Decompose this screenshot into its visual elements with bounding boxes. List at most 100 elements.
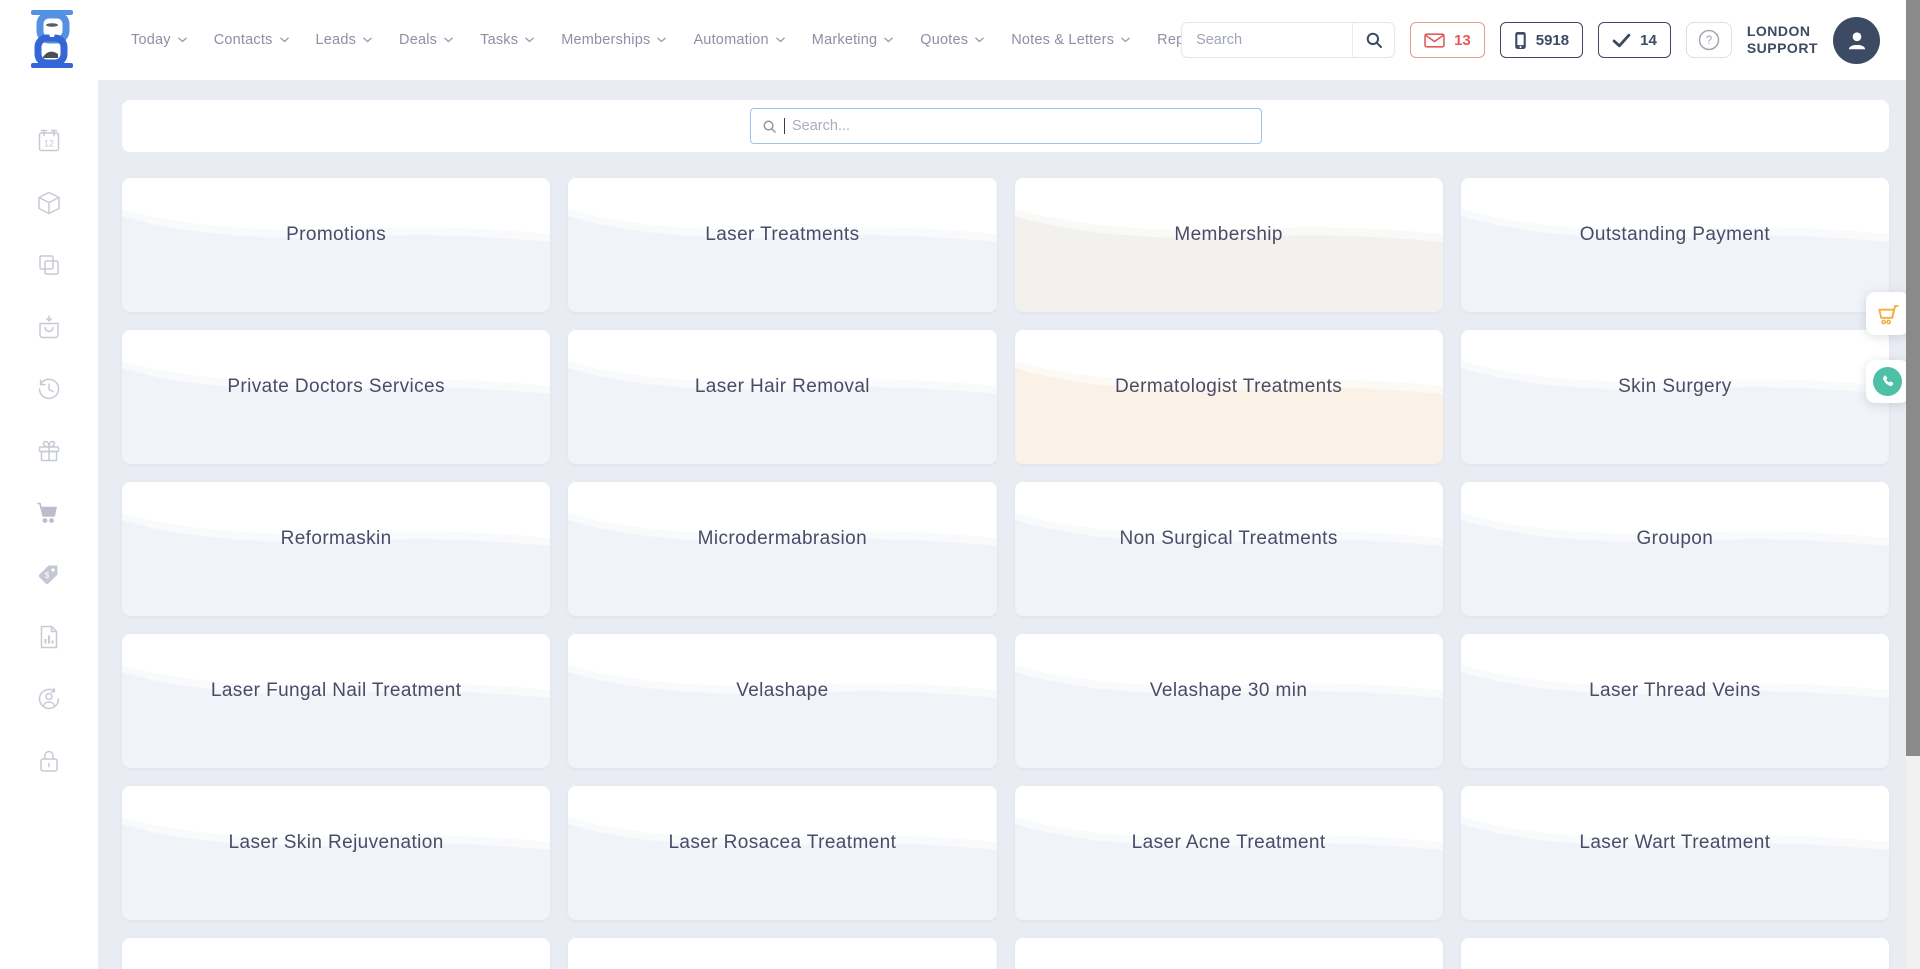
category-search-placeholder: Search...	[792, 118, 850, 134]
nav-item-contacts[interactable]: Contacts	[214, 32, 289, 48]
sidebar-item-calendar-12[interactable]: 12	[36, 128, 62, 154]
category-card[interactable]	[1461, 938, 1889, 969]
category-card-label: Membership	[1025, 224, 1433, 246]
nav-item-label: Today	[131, 32, 171, 48]
whatsapp-phone-icon	[1873, 367, 1902, 396]
sidebar: 12 $	[0, 80, 98, 969]
category-card-outstanding-payment[interactable]: Outstanding Payment	[1461, 178, 1889, 312]
nav-item-memberships[interactable]: Memberships	[561, 32, 666, 48]
copy-icon	[36, 252, 62, 278]
mobile-phone-icon	[1514, 31, 1527, 50]
svg-text:?: ?	[1706, 35, 1712, 47]
person-icon	[1844, 27, 1870, 53]
category-card-label: Non Surgical Treatments	[1025, 528, 1433, 550]
gift-icon	[36, 438, 62, 464]
search-icon[interactable]	[1352, 22, 1394, 58]
sidebar-item-lock[interactable]	[36, 748, 62, 774]
global-search-input[interactable]: Search	[1181, 22, 1395, 58]
category-card-label: Laser Acne Treatment	[1025, 832, 1433, 854]
category-card-label: Dermatologist Treatments	[1025, 376, 1433, 398]
category-card-label: Laser Skin Rejuvenation	[132, 832, 540, 854]
category-card-label: Laser Treatments	[578, 224, 986, 246]
category-card-promotions[interactable]: Promotions	[122, 178, 550, 312]
sidebar-item-history[interactable]	[36, 376, 62, 402]
user-name-line2: SUPPORT	[1747, 40, 1818, 57]
category-card[interactable]	[122, 938, 550, 969]
category-card-label: Laser Wart Treatment	[1471, 832, 1879, 854]
nav-item-label: Marketing	[812, 32, 877, 48]
category-card-laser-wart-treatment[interactable]: Laser Wart Treatment	[1461, 786, 1889, 920]
category-card-label: Velashape 30 min	[1025, 680, 1433, 702]
topbar-right: Search 13 5918 14 ? LON	[1181, 0, 1880, 80]
chevron-down-icon	[525, 37, 534, 43]
nav-item-label: Tasks	[480, 32, 518, 48]
nav-item-label: Automation	[693, 32, 768, 48]
sidebar-item-report-chart[interactable]	[36, 624, 62, 650]
package-icon	[36, 190, 62, 216]
sidebar-item-package[interactable]	[36, 190, 62, 216]
category-card[interactable]	[1015, 938, 1443, 969]
category-card-label: Laser Rosacea Treatment	[578, 832, 986, 854]
svg-text:$: $	[45, 571, 50, 580]
mail-icon	[1424, 33, 1445, 48]
chevron-down-icon	[1121, 37, 1130, 43]
avatar[interactable]	[1833, 17, 1880, 64]
nav-item-automation[interactable]: Automation	[693, 32, 784, 48]
sidebar-item-cart[interactable]	[36, 500, 62, 526]
sidebar-item-price-tag[interactable]: $	[36, 562, 62, 588]
help-button[interactable]: ?	[1686, 22, 1732, 58]
nav-item-tasks[interactable]: Tasks	[480, 32, 534, 48]
category-card-dermatologist-treatments[interactable]: Dermatologist Treatments	[1015, 330, 1443, 464]
category-search-panel: Search...	[122, 100, 1889, 152]
category-card-laser-rosacea-treatment[interactable]: Laser Rosacea Treatment	[568, 786, 996, 920]
category-card-private-doctors-services[interactable]: Private Doctors Services	[122, 330, 550, 464]
category-search-input[interactable]: Search...	[750, 108, 1262, 144]
tasks-badge[interactable]: 14	[1598, 22, 1671, 58]
category-card-laser-treatments[interactable]: Laser Treatments	[568, 178, 996, 312]
sidebar-item-account-sync[interactable]	[36, 686, 62, 712]
nav-item-quotes[interactable]: Quotes	[920, 32, 984, 48]
category-card-label: Outstanding Payment	[1471, 224, 1879, 246]
text-caret	[784, 118, 786, 134]
phone-badge[interactable]: 5918	[1500, 22, 1583, 58]
mail-count: 13	[1454, 32, 1471, 49]
nav-item-marketing[interactable]: Marketing	[812, 32, 893, 48]
nav-item-notes-letters[interactable]: Notes & Letters	[1011, 32, 1130, 48]
nav-item-leads[interactable]: Leads	[316, 32, 373, 48]
call-button[interactable]	[1866, 360, 1909, 403]
app-logo[interactable]	[28, 8, 76, 70]
category-card-membership[interactable]: Membership	[1015, 178, 1443, 312]
history-icon	[36, 376, 62, 402]
category-card-groupon[interactable]: Groupon	[1461, 482, 1889, 616]
category-card-laser-fungal-nail-treatment[interactable]: Laser Fungal Nail Treatment	[122, 634, 550, 768]
card-wave-decoration	[1461, 938, 1889, 969]
category-card-laser-hair-removal[interactable]: Laser Hair Removal	[568, 330, 996, 464]
category-card-microdermabrasion[interactable]: Microdermabrasion	[568, 482, 996, 616]
calendar-12-icon: 12	[36, 128, 62, 154]
basket-button[interactable]	[1866, 292, 1909, 335]
mail-badge[interactable]: 13	[1410, 22, 1485, 58]
scrollbar-thumb[interactable]	[1906, 0, 1920, 756]
category-card-velashape[interactable]: Velashape	[568, 634, 996, 768]
search-icon	[762, 119, 777, 134]
nav-item-today[interactable]: Today	[131, 32, 187, 48]
category-card-laser-skin-rejuvenation[interactable]: Laser Skin Rejuvenation	[122, 786, 550, 920]
report-chart-icon	[36, 624, 62, 650]
category-card-skin-surgery[interactable]: Skin Surgery	[1461, 330, 1889, 464]
category-card-laser-thread-veins[interactable]: Laser Thread Veins	[1461, 634, 1889, 768]
page-scrollbar	[1906, 0, 1920, 969]
category-card[interactable]	[568, 938, 996, 969]
chevron-down-icon	[776, 37, 785, 43]
sidebar-item-bag-receive[interactable]	[36, 314, 62, 340]
category-card-non-surgical-treatments[interactable]: Non Surgical Treatments	[1015, 482, 1443, 616]
nav-item-deals[interactable]: Deals	[399, 32, 453, 48]
price-tag-icon: $	[36, 562, 62, 588]
category-card-reformaskin[interactable]: Reformaskin	[122, 482, 550, 616]
category-card-laser-acne-treatment[interactable]: Laser Acne Treatment	[1015, 786, 1443, 920]
lock-icon	[36, 748, 62, 774]
category-card-velashape-30-min[interactable]: Velashape 30 min	[1015, 634, 1443, 768]
sidebar-item-gift[interactable]	[36, 438, 62, 464]
sidebar-item-copy[interactable]	[36, 252, 62, 278]
category-card-label: Reformaskin	[132, 528, 540, 550]
cart-icon	[1875, 301, 1901, 327]
